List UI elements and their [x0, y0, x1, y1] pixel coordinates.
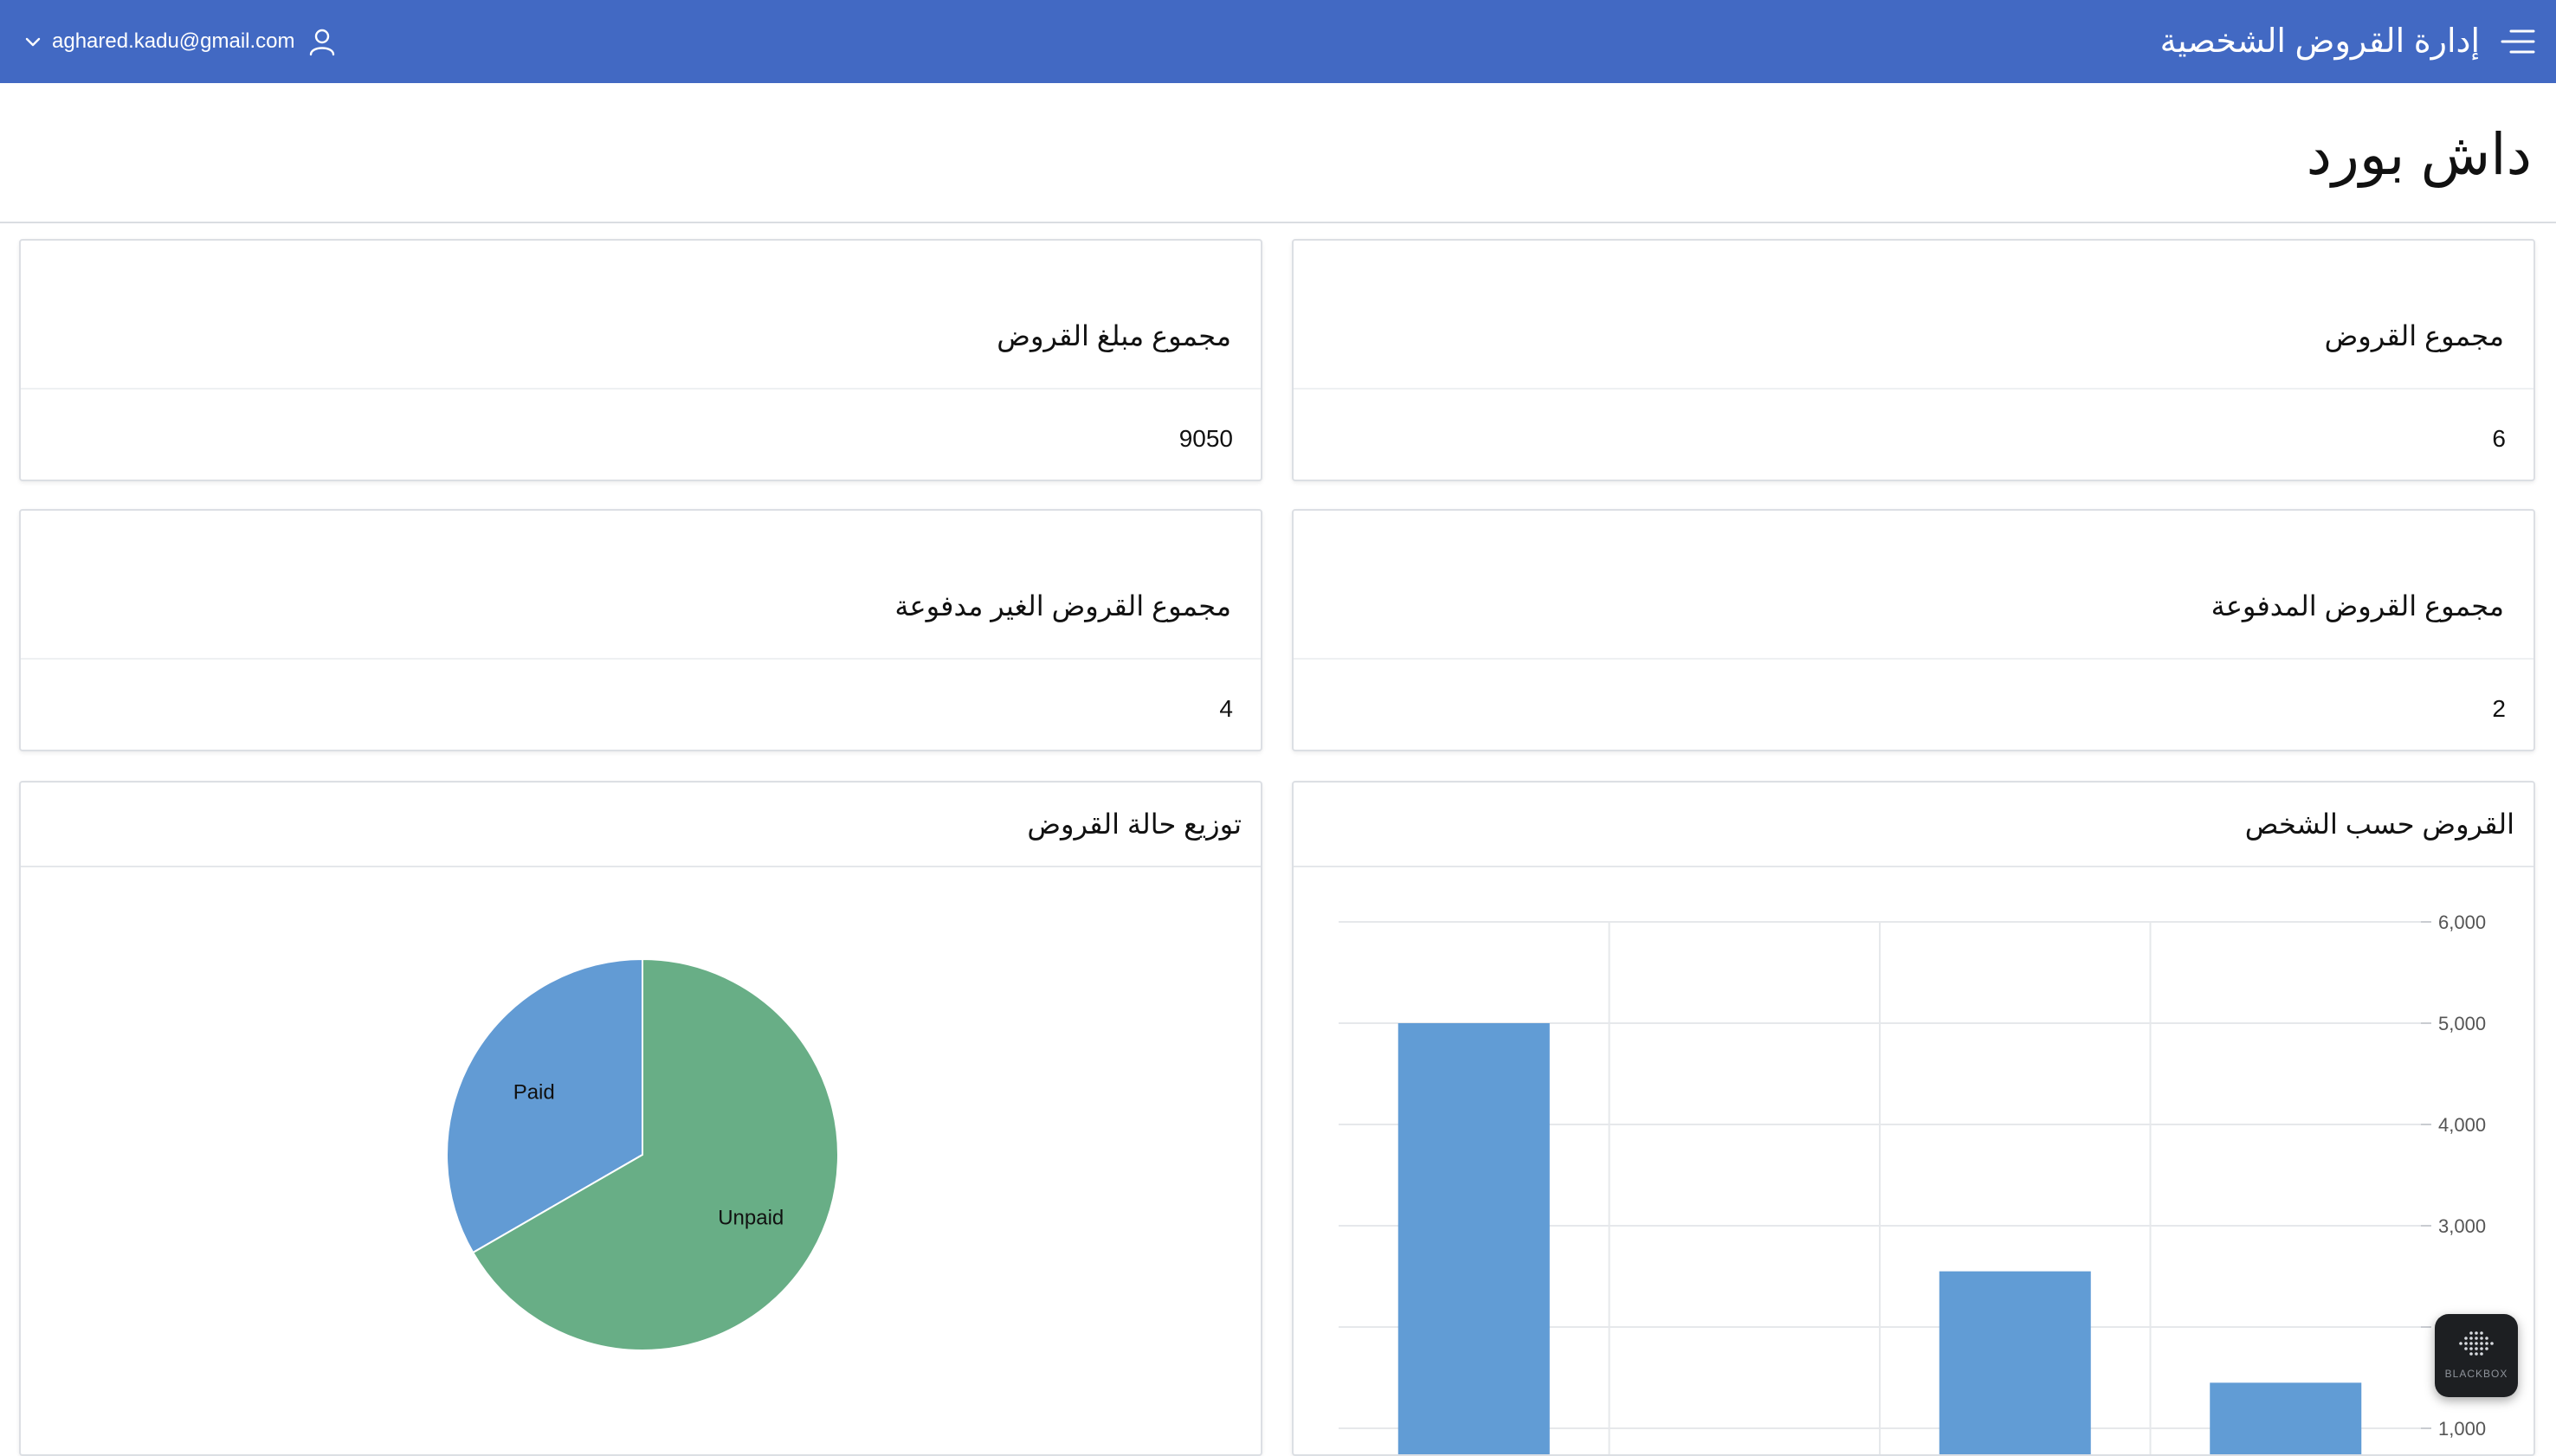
chevron-down-icon[interactable] [23, 31, 43, 52]
card-value: 2 [2492, 695, 2506, 722]
card-total-loans: مجموع القروض 6 [1292, 239, 2535, 481]
pie-chart-card: توزيع حالة القروض Paid Unpaid [19, 781, 1262, 1456]
card-value: 4 [1219, 695, 1233, 722]
pie-chart-title: توزيع حالة القروض [1027, 809, 1242, 840]
pie-slice-label: Paid [513, 1081, 555, 1105]
y-tick-label: 5,000 [2438, 1013, 2486, 1034]
logo-dot [2469, 1337, 2473, 1340]
user-icon[interactable] [307, 27, 337, 56]
logo-dot [2469, 1331, 2473, 1335]
user-email[interactable]: aghared.kadu@gmail.com [52, 26, 295, 57]
bar-chart: 1,0002,0003,0004,0005,0006,000 [1339, 912, 2486, 1456]
logo-dot [2485, 1337, 2488, 1340]
card-divider [1294, 658, 2533, 660]
card-value: 9050 [1178, 425, 1233, 452]
logo-dot [2469, 1342, 2473, 1345]
bar-chart-card: القروض حسب الشخص 1,0002,0003,0004,0005,0… [1292, 781, 2535, 1456]
logo-dot [2469, 1347, 2473, 1350]
logo-dot [2475, 1347, 2478, 1350]
app-title[interactable]: إدارة القروض الشخصية [2160, 17, 2480, 66]
logo-dot [2464, 1342, 2468, 1345]
logo-dot [2480, 1331, 2483, 1335]
logo-dot [2485, 1342, 2488, 1345]
card-title: مجموع مبلغ القروض [997, 320, 1231, 351]
pie-slice-label: Unpaid [718, 1206, 784, 1229]
card-divider [1294, 388, 2533, 390]
card-paid-loans: مجموع القروض المدفوعة 2 [1292, 509, 2535, 751]
chart-header: توزيع حالة القروض [21, 783, 1261, 867]
logo-dot [2480, 1352, 2483, 1356]
logo-dot [2475, 1337, 2478, 1340]
card-value: 6 [2492, 425, 2506, 452]
card-unpaid-loans: مجموع القروض الغير مدفوعة 4 [19, 509, 1262, 751]
blackbox-logo-icon [2459, 1331, 2494, 1356]
chart-header: القروض حسب الشخص [1294, 783, 2533, 867]
logo-dot [2475, 1342, 2478, 1345]
page-title: داش بورد [2306, 122, 2532, 186]
y-tick-label: 6,000 [2438, 912, 2486, 933]
logo-dot [2490, 1342, 2494, 1345]
top-app-bar: aghared.kadu@gmail.com إدارة القروض الشخ… [0, 0, 2556, 83]
hamburger-menu-icon[interactable] [2499, 26, 2537, 57]
y-tick-label: 4,000 [2438, 1114, 2486, 1136]
logo-dot [2480, 1337, 2483, 1340]
logo-dot [2485, 1347, 2488, 1350]
logo-dot [2480, 1347, 2483, 1350]
card-title: مجموع القروض الغير مدفوعة [894, 590, 1231, 622]
bar[interactable] [1397, 1023, 1550, 1456]
bar[interactable] [1939, 1271, 2091, 1456]
blackbox-label: BLACKBOX [2444, 1368, 2508, 1380]
bar-chart-title: القروض حسب الشخص [2244, 809, 2514, 840]
bar[interactable] [2210, 1382, 2362, 1456]
y-tick-label: 1,000 [2438, 1418, 2486, 1440]
user-menu[interactable]: aghared.kadu@gmail.com [23, 26, 337, 57]
logo-dot [2475, 1352, 2478, 1356]
blackbox-widget-button[interactable]: BLACKBOX [2435, 1314, 2518, 1397]
page-header: داش بورد [0, 83, 2556, 223]
y-tick-label: 3,000 [2438, 1215, 2486, 1237]
card-divider [21, 388, 1261, 390]
card-divider [21, 658, 1261, 660]
card-title: مجموع القروض [2324, 320, 2504, 351]
logo-dot [2459, 1342, 2462, 1345]
logo-dot [2469, 1352, 2473, 1356]
logo-dot [2480, 1342, 2483, 1345]
card-total-amount: مجموع مبلغ القروض 9050 [19, 239, 1262, 481]
logo-dot [2464, 1337, 2468, 1340]
logo-dot [2464, 1347, 2468, 1350]
card-title: مجموع القروض المدفوعة [2211, 590, 2504, 622]
logo-dot [2475, 1331, 2478, 1335]
pie-chart: Paid Unpaid [446, 957, 839, 1351]
